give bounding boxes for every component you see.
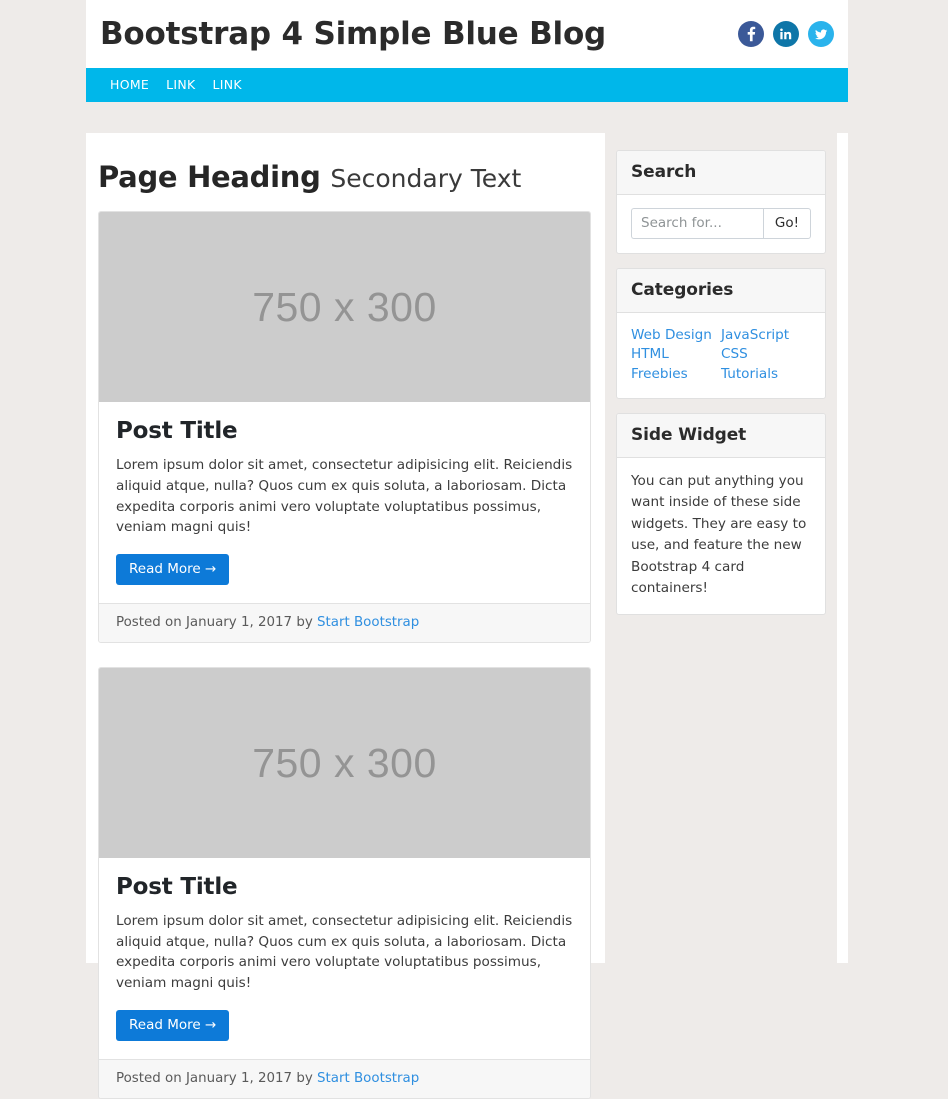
categories-columns: Web Design HTML Freebies JavaScript CSS … — [631, 326, 811, 384]
side-widget-title: Side Widget — [617, 413, 825, 458]
post-excerpt: Lorem ipsum dolor sit amet, consectetur … — [116, 913, 573, 992]
search-widget: Search Go! — [616, 150, 826, 254]
main-navigation: HOME LINK LINK — [86, 68, 848, 102]
post-body: Post Title Lorem ipsum dolor sit amet, c… — [99, 402, 590, 603]
side-widget: Side Widget You can put anything you wan… — [616, 412, 826, 615]
read-more-button[interactable]: Read More → — [116, 1009, 230, 1041]
category-link-web-design[interactable]: Web Design — [631, 326, 721, 345]
post-excerpt: Lorem ipsum dolor sit amet, consectetur … — [116, 457, 573, 536]
search-input[interactable] — [631, 208, 763, 239]
post-meta-text: Posted on January 1, 2017 by — [116, 615, 313, 631]
post-card: 750 x 300 Post Title Lorem ipsum dolor s… — [98, 211, 591, 644]
post-thumbnail-placeholder[interactable]: 750 x 300 — [99, 668, 590, 859]
post-author-link[interactable]: Start Bootstrap — [317, 1071, 419, 1086]
post-meta-text: Posted on January 1, 2017 by — [116, 1070, 313, 1086]
search-input-group: Go! — [631, 208, 811, 239]
category-link-css[interactable]: CSS — [721, 345, 811, 364]
post-title: Post Title — [116, 874, 238, 901]
category-link-html[interactable]: HTML — [631, 345, 721, 364]
category-link-javascript[interactable]: JavaScript — [721, 326, 811, 345]
categories-column-right: JavaScript CSS Tutorials — [721, 326, 811, 384]
post-author-link[interactable]: Start Bootstrap — [317, 615, 419, 630]
category-link-tutorials[interactable]: Tutorials — [721, 365, 811, 384]
post-footer: Posted on January 1, 2017 by Start Boots… — [99, 1058, 590, 1098]
search-go-button[interactable]: Go! — [762, 208, 811, 239]
post-title: Post Title — [116, 418, 238, 445]
side-widget-body: You can put anything you want inside of … — [617, 458, 825, 614]
search-widget-body: Go! — [617, 195, 825, 253]
page-container: Page Heading Secondary Text 750 x 300 Po… — [86, 133, 848, 1099]
read-more-button[interactable]: Read More → — [116, 553, 230, 586]
side-widget-text: You can put anything you want inside of … — [631, 472, 807, 597]
social-links — [738, 21, 834, 47]
search-widget-title: Search — [617, 151, 825, 195]
category-link-freebies[interactable]: Freebies — [631, 365, 721, 384]
nav-item-home[interactable]: HOME — [110, 78, 159, 92]
page-title: Bootstrap 4 Simple Blue Blog — [100, 15, 607, 52]
site-header: Bootstrap 4 Simple Blue Blog — [86, 0, 848, 68]
nav-item-link-1[interactable]: LINK — [166, 78, 205, 92]
post-footer: Posted on January 1, 2017 by Start Boots… — [99, 603, 590, 643]
main-content-column: Page Heading Secondary Text 750 x 300 Po… — [86, 133, 605, 1099]
categories-widget-title: Categories — [617, 269, 825, 313]
categories-column-left: Web Design HTML Freebies — [631, 326, 721, 384]
facebook-icon[interactable] — [738, 21, 764, 47]
nav-item-link-2[interactable]: LINK — [213, 78, 252, 92]
post-thumbnail-placeholder[interactable]: 750 x 300 — [99, 212, 590, 403]
categories-widget-body: Web Design HTML Freebies JavaScript CSS … — [617, 313, 825, 398]
categories-widget: Categories Web Design HTML Freebies Java… — [616, 268, 826, 399]
post-card: 750 x 300 Post Title Lorem ipsum dolor s… — [98, 667, 591, 1099]
post-body: Post Title Lorem ipsum dolor sit amet, c… — [99, 858, 590, 1059]
twitter-icon[interactable] — [808, 21, 834, 47]
page-heading-secondary: Secondary Text — [330, 164, 522, 193]
page-heading: Page Heading Secondary Text — [98, 160, 591, 194]
sidebar-column: Search Go! Categories Web Design HTML Fr… — [605, 133, 837, 963]
page-heading-primary: Page Heading — [98, 160, 321, 194]
linkedin-icon[interactable] — [773, 21, 799, 47]
